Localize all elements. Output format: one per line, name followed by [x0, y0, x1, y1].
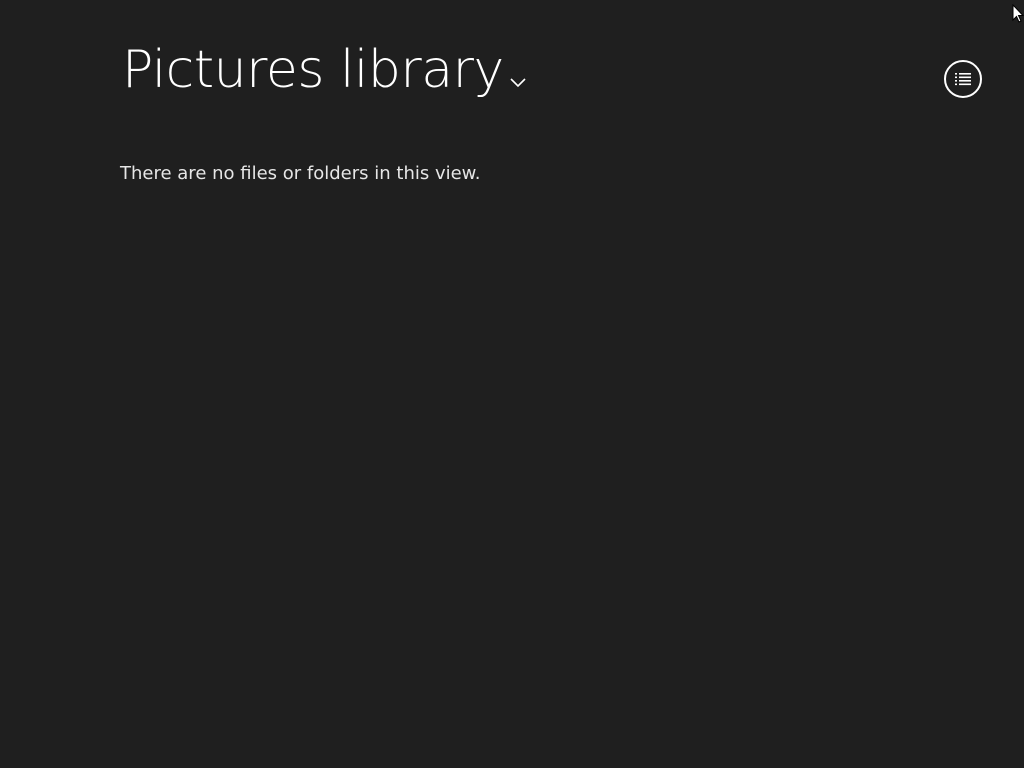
list-view-icon — [954, 71, 972, 87]
page-title: Pictures library — [122, 40, 504, 100]
view-options-button[interactable] — [944, 60, 982, 98]
mouse-pointer-icon — [1012, 3, 1024, 24]
empty-view-message: There are no files or folders in this vi… — [120, 163, 481, 184]
chevron-down-icon[interactable] — [508, 72, 528, 92]
library-selector[interactable]: Pictures library — [122, 44, 528, 124]
